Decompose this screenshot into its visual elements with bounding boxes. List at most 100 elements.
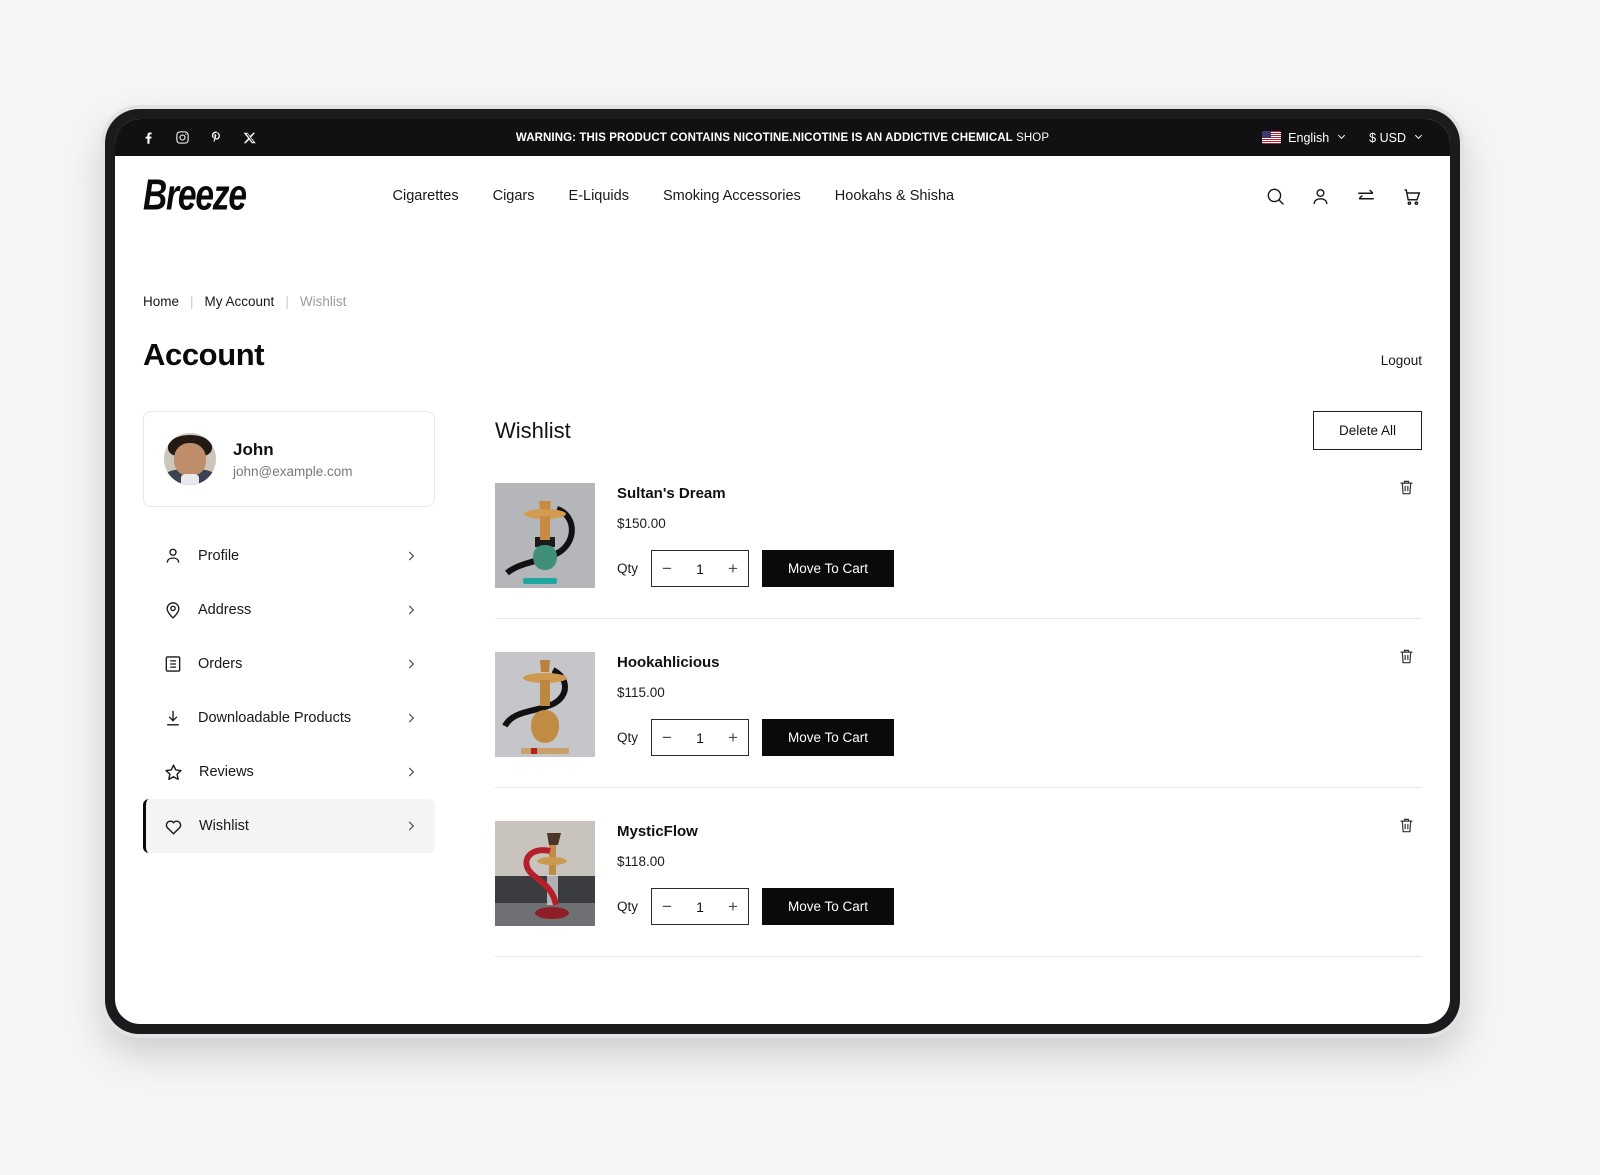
announcement-bar: WARNING: THIS PRODUCT CONTAINS NICOTINE.… bbox=[115, 119, 1450, 156]
map-pin-icon bbox=[163, 600, 183, 620]
compare-icon[interactable] bbox=[1355, 185, 1377, 207]
move-to-cart-button[interactable]: Move To Cart bbox=[762, 888, 895, 925]
currency-label: $ USD bbox=[1369, 130, 1406, 145]
avatar bbox=[164, 433, 216, 485]
quantity-increase-button[interactable]: + bbox=[718, 551, 748, 586]
chevron-right-icon bbox=[404, 657, 418, 671]
product-info: Hookahlicious $115.00 Qty − 1 + Move To … bbox=[617, 652, 1422, 756]
wishlist-item: Sultan's Dream $150.00 Qty − 1 + Move To… bbox=[495, 450, 1422, 619]
shop-link[interactable]: SHOP bbox=[1016, 132, 1049, 144]
quantity-stepper[interactable]: − 1 + bbox=[651, 888, 750, 925]
quantity-stepper[interactable]: − 1 + bbox=[651, 550, 750, 587]
download-icon bbox=[163, 708, 183, 728]
move-to-cart-button[interactable]: Move To Cart bbox=[762, 719, 895, 756]
sidebar-item-label: Reviews bbox=[199, 764, 254, 780]
product-info: MysticFlow $118.00 Qty − 1 + Move To Car… bbox=[617, 821, 1422, 925]
search-icon[interactable] bbox=[1265, 186, 1286, 207]
nav-item-hookahs-shisha[interactable]: Hookahs & Shisha bbox=[835, 188, 954, 204]
instagram-icon[interactable] bbox=[175, 130, 190, 145]
breadcrumb-separator: | bbox=[285, 294, 289, 309]
locale-controls: English $ USD bbox=[1262, 131, 1424, 145]
user-email: john@example.com bbox=[233, 464, 353, 480]
product-name[interactable]: MysticFlow bbox=[617, 823, 1422, 840]
quantity-decrease-button[interactable]: − bbox=[652, 551, 682, 586]
quantity-label: Qty bbox=[617, 561, 639, 576]
language-label: English bbox=[1288, 130, 1330, 145]
sidebar-item-wishlist[interactable]: Wishlist bbox=[143, 799, 435, 853]
quantity-row: Qty − 1 + Move To Cart bbox=[617, 719, 1422, 756]
chevron-right-icon bbox=[404, 819, 418, 833]
list-icon bbox=[163, 654, 183, 674]
quantity-decrease-button[interactable]: − bbox=[652, 720, 682, 755]
account-layout: John john@example.com Profile Address Or… bbox=[143, 411, 1422, 957]
quantity-decrease-button[interactable]: − bbox=[652, 889, 682, 924]
sidebar-item-label: Profile bbox=[198, 548, 240, 564]
chevron-right-icon bbox=[404, 765, 418, 779]
quantity-row: Qty − 1 + Move To Cart bbox=[617, 550, 1422, 587]
quantity-increase-button[interactable]: + bbox=[718, 720, 748, 755]
product-name[interactable]: Hookahlicious bbox=[617, 654, 1422, 671]
cart-icon[interactable] bbox=[1401, 186, 1422, 207]
x-twitter-icon[interactable] bbox=[243, 131, 257, 145]
nav-item-cigarettes[interactable]: Cigarettes bbox=[393, 188, 459, 204]
product-name[interactable]: Sultan's Dream bbox=[617, 485, 1422, 502]
sidebar-item-label: Downloadable Products bbox=[198, 710, 352, 726]
delete-item-icon[interactable] bbox=[1397, 478, 1416, 497]
quantity-value: 1 bbox=[696, 560, 704, 577]
product-price: $115.00 bbox=[617, 685, 665, 700]
main-navigation: Cigarettes Cigars E-Liquids Smoking Acce… bbox=[393, 188, 955, 204]
sidebar-item-profile[interactable]: Profile bbox=[143, 529, 435, 583]
chevron-right-icon bbox=[404, 549, 418, 563]
breadcrumb-current: Wishlist bbox=[299, 294, 347, 309]
sidebar-item-orders[interactable]: Orders bbox=[143, 637, 435, 691]
product-price: $150.00 bbox=[617, 516, 666, 531]
user-card: John john@example.com bbox=[143, 411, 435, 507]
product-thumbnail[interactable] bbox=[495, 652, 595, 757]
quantity-stepper[interactable]: − 1 + bbox=[651, 719, 750, 756]
brand-logo[interactable]: Breeze bbox=[143, 171, 247, 220]
move-to-cart-button[interactable]: Move To Cart bbox=[762, 550, 895, 587]
pinterest-icon[interactable] bbox=[209, 130, 224, 145]
product-thumbnail[interactable] bbox=[495, 821, 595, 926]
account-menu: Profile Address Orders Downloadable Prod… bbox=[143, 529, 435, 853]
user-name: John bbox=[233, 439, 274, 459]
wishlist-item: MysticFlow $118.00 Qty − 1 + Move To Car… bbox=[495, 788, 1422, 957]
breadcrumb-separator: | bbox=[190, 294, 194, 309]
quantity-label: Qty bbox=[617, 899, 639, 914]
chevron-right-icon bbox=[404, 603, 418, 617]
sidebar-item-downloadable-products[interactable]: Downloadable Products bbox=[143, 691, 435, 745]
social-links bbox=[141, 130, 257, 145]
tablet-device-frame: WARNING: THIS PRODUCT CONTAINS NICOTINE.… bbox=[105, 109, 1460, 1034]
quantity-increase-button[interactable]: + bbox=[718, 889, 748, 924]
account-icon[interactable] bbox=[1310, 186, 1331, 207]
logout-link[interactable]: Logout bbox=[1381, 353, 1422, 373]
wishlist-title: Wishlist bbox=[495, 417, 571, 443]
nav-item-smoking-accessories[interactable]: Smoking Accessories bbox=[663, 188, 801, 204]
wishlist-item: Hookahlicious $115.00 Qty − 1 + Move To … bbox=[495, 619, 1422, 788]
breadcrumb: Home | My Account | Wishlist bbox=[143, 294, 1422, 309]
language-selector[interactable]: English bbox=[1262, 131, 1347, 145]
header-actions bbox=[1265, 185, 1422, 207]
page-title: Account bbox=[143, 337, 265, 372]
nicotine-warning: WARNING: THIS PRODUCT CONTAINS NICOTINE.… bbox=[115, 132, 1450, 144]
delete-item-icon[interactable] bbox=[1397, 816, 1416, 835]
browser-viewport: WARNING: THIS PRODUCT CONTAINS NICOTINE.… bbox=[115, 119, 1450, 1024]
product-price: $118.00 bbox=[617, 854, 665, 869]
product-thumbnail[interactable] bbox=[495, 483, 595, 588]
sidebar-item-label: Wishlist bbox=[199, 818, 249, 834]
sidebar-item-reviews[interactable]: Reviews bbox=[143, 745, 435, 799]
nav-item-eliquids[interactable]: E-Liquids bbox=[569, 188, 629, 204]
sidebar-item-address[interactable]: Address bbox=[143, 583, 435, 637]
wishlist-panel: Wishlist Delete All Sultan's Dream $150.… bbox=[495, 411, 1422, 957]
quantity-label: Qty bbox=[617, 730, 639, 745]
currency-selector[interactable]: $ USD bbox=[1369, 131, 1424, 145]
facebook-icon[interactable] bbox=[141, 130, 156, 145]
us-flag-icon bbox=[1262, 131, 1282, 144]
breadcrumb-my-account[interactable]: My Account bbox=[205, 294, 275, 309]
breadcrumb-home[interactable]: Home bbox=[143, 294, 179, 309]
nav-item-cigars[interactable]: Cigars bbox=[493, 188, 535, 204]
chevron-down-icon bbox=[1336, 131, 1347, 145]
delete-all-button[interactable]: Delete All bbox=[1312, 411, 1422, 450]
delete-item-icon[interactable] bbox=[1397, 647, 1416, 666]
account-sidebar: John john@example.com Profile Address Or… bbox=[143, 411, 435, 957]
